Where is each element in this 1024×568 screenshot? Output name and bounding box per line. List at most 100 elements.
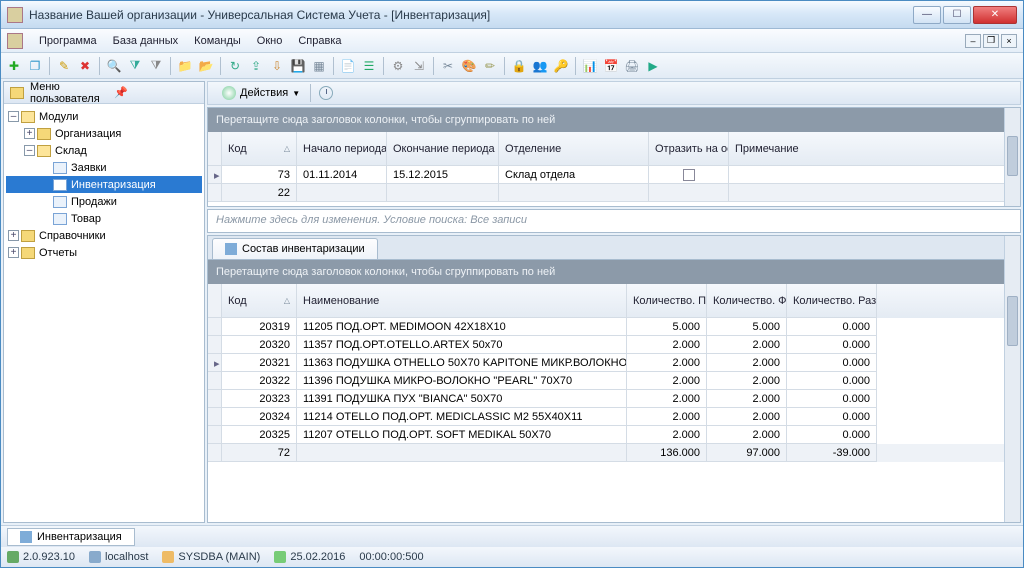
col-code[interactable]: Код △ <box>222 132 297 166</box>
table-row[interactable]: ▸ 73 01.11.2014 15.12.2015 Склад отдела <box>208 166 1020 184</box>
palette-icon[interactable]: 🎨 <box>460 57 478 75</box>
search-panel[interactable]: Нажмите здесь для изменения. Условие пои… <box>207 209 1021 233</box>
folder-icon <box>10 87 24 99</box>
lock-icon[interactable]: 🔒 <box>510 57 528 75</box>
mdi-close-button[interactable]: × <box>1001 34 1017 48</box>
tree-node-organization[interactable]: + Организация <box>6 125 202 142</box>
collapse-icon[interactable]: – <box>24 145 35 156</box>
sidebar-title: Меню пользователя <box>30 81 114 105</box>
play-icon[interactable]: ▶ <box>644 57 662 75</box>
import-icon[interactable]: ⇩ <box>268 57 286 75</box>
gear-icon <box>222 86 236 100</box>
detail-group-hint[interactable]: Перетащите сюда заголовок колонки, чтобы… <box>208 260 1020 284</box>
tree-node-requests[interactable]: Заявки <box>6 159 202 176</box>
tree-node-goods[interactable]: Товар <box>6 210 202 227</box>
col-dept[interactable]: Отделение <box>499 132 649 166</box>
page-icon <box>53 196 67 208</box>
key-icon[interactable]: 🔑 <box>552 57 570 75</box>
tab-inventory-content[interactable]: Состав инвентаризации <box>212 238 378 259</box>
folder-icon[interactable]: 📁 <box>176 57 194 75</box>
main-toolbar: ✚ ❐ ✎ ✖ 🔍 ⧩ ⧩ 📁 📂 ↻ ⇪ ⇩ 💾 ▦ 📄 ☰ ⚙ ⇲ ✂ 🎨 … <box>1 53 1023 79</box>
col-note[interactable]: Примечание <box>729 132 1020 166</box>
menu-program[interactable]: Программа <box>31 33 105 49</box>
tree-node-reports[interactable]: + Отчеты <box>6 244 202 261</box>
print-icon[interactable]: 🖨 <box>623 57 641 75</box>
clear-filter-icon[interactable]: ⧩ <box>147 57 165 75</box>
list-icon[interactable]: ☰ <box>360 57 378 75</box>
tools-icon[interactable]: ✂ <box>439 57 457 75</box>
table-row[interactable]: 20319 11205 ПОД.ОРТ. MEDIMOON 42X18X10 5… <box>208 318 1020 336</box>
export-icon[interactable]: ⇪ <box>247 57 265 75</box>
folder-open-icon[interactable]: 📂 <box>197 57 215 75</box>
group-hint[interactable]: Перетащите сюда заголовок колонки, чтобы… <box>208 108 1020 132</box>
detail-grid: Код △ Наименование Количество. План Коли… <box>208 284 1020 462</box>
reflect-checkbox[interactable] <box>683 169 695 181</box>
minimize-button[interactable]: — <box>913 6 941 24</box>
action-bar: Действия ▼ <box>207 81 1021 105</box>
col-name[interactable]: Наименование <box>297 284 627 318</box>
delete-icon[interactable]: ✖ <box>76 57 94 75</box>
col-reflect[interactable]: Отразить на остатках <box>649 132 729 166</box>
table-row[interactable]: 20322 11396 ПОДУШКА МИКРО-ВОЛОКНО "PEARL… <box>208 372 1020 390</box>
table-row[interactable]: 20320 11357 ПОД.ОРТ.OTELLO.ARTEX 50x70 2… <box>208 336 1020 354</box>
save-icon[interactable]: 💾 <box>289 57 307 75</box>
maximize-button[interactable]: ☐ <box>943 6 971 24</box>
doc-tab-inventory[interactable]: Инвентаризация <box>7 528 135 546</box>
menu-app-icon <box>7 33 23 49</box>
edit-icon[interactable]: ✎ <box>55 57 73 75</box>
menu-window[interactable]: Окно <box>249 33 291 49</box>
collapse-icon[interactable]: – <box>8 111 19 122</box>
tree-node-modules[interactable]: – Модули <box>6 108 202 125</box>
col-diff[interactable]: Количество. Разница <box>787 284 877 318</box>
app-icon <box>7 7 23 23</box>
calendar-icon <box>274 551 286 563</box>
header-grid: Код △ Начало периода Окончание периода (… <box>208 132 1020 202</box>
table-row[interactable]: 20324 11214 OTELLO ПОД.ОРТ. MEDICLASSIC … <box>208 408 1020 426</box>
expand-icon[interactable]: + <box>24 128 35 139</box>
grid-icon[interactable]: ▦ <box>310 57 328 75</box>
col-plan[interactable]: Количество. План <box>627 284 707 318</box>
export2-icon[interactable]: ⇲ <box>410 57 428 75</box>
col-code[interactable]: Код △ <box>222 284 297 318</box>
page-icon <box>53 213 67 225</box>
copy-icon[interactable]: ❐ <box>26 57 44 75</box>
table-row[interactable]: 20325 11207 OTELLO ПОД.ОРТ. SOFT MEDIKAL… <box>208 426 1020 444</box>
actions-dropdown[interactable]: Действия ▼ <box>214 84 308 102</box>
doc-icon[interactable]: 📄 <box>339 57 357 75</box>
expand-icon[interactable]: + <box>8 247 19 258</box>
close-button[interactable]: ✕ <box>973 6 1017 24</box>
menu-commands[interactable]: Команды <box>186 33 249 49</box>
tree-node-inventory[interactable]: Инвентаризация <box>6 176 202 193</box>
filter-icon[interactable]: ⧩ <box>126 57 144 75</box>
table-row[interactable]: ▸ 20321 11363 ПОДУШКА OTHELLO 50X70 KAPI… <box>208 354 1020 372</box>
pin-icon[interactable]: 📌 <box>114 86 198 99</box>
folder-open-icon <box>37 145 51 157</box>
tree-node-warehouse[interactable]: – Склад <box>6 142 202 159</box>
col-end[interactable]: Окончание периода (инвентаризация) <box>387 132 499 166</box>
tree-node-sales[interactable]: Продажи <box>6 193 202 210</box>
chevron-down-icon: ▼ <box>292 89 300 98</box>
table-row[interactable]: 20323 11391 ПОДУШКА ПУХ "BIANCA" 50X70 2… <box>208 390 1020 408</box>
menu-help[interactable]: Справка <box>290 33 349 49</box>
brush-icon[interactable]: ✏ <box>481 57 499 75</box>
users-icon[interactable]: 👥 <box>531 57 549 75</box>
table-footer: 22 <box>208 184 1020 202</box>
col-fact[interactable]: Количество. Факт <box>707 284 787 318</box>
col-start[interactable]: Начало периода <box>297 132 387 166</box>
search-icon[interactable]: 🔍 <box>105 57 123 75</box>
mdi-minimize-button[interactable]: – <box>965 34 981 48</box>
clock-icon[interactable] <box>319 86 333 100</box>
mdi-restore-button[interactable]: ❐ <box>983 34 999 48</box>
expand-icon[interactable]: + <box>8 230 19 241</box>
plugin-icon[interactable]: ⚙ <box>389 57 407 75</box>
refresh-icon[interactable]: ↻ <box>226 57 244 75</box>
add-icon[interactable]: ✚ <box>5 57 23 75</box>
scrollbar[interactable] <box>1004 236 1020 522</box>
calendar-icon[interactable]: 📅 <box>602 57 620 75</box>
detail-footer: 72 136.000 97.000 -39.000 <box>208 444 1020 462</box>
page-icon <box>53 179 67 191</box>
menu-database[interactable]: База данных <box>105 33 187 49</box>
tree-node-references[interactable]: + Справочники <box>6 227 202 244</box>
report-icon[interactable]: 📊 <box>581 57 599 75</box>
scrollbar[interactable] <box>1004 108 1020 206</box>
